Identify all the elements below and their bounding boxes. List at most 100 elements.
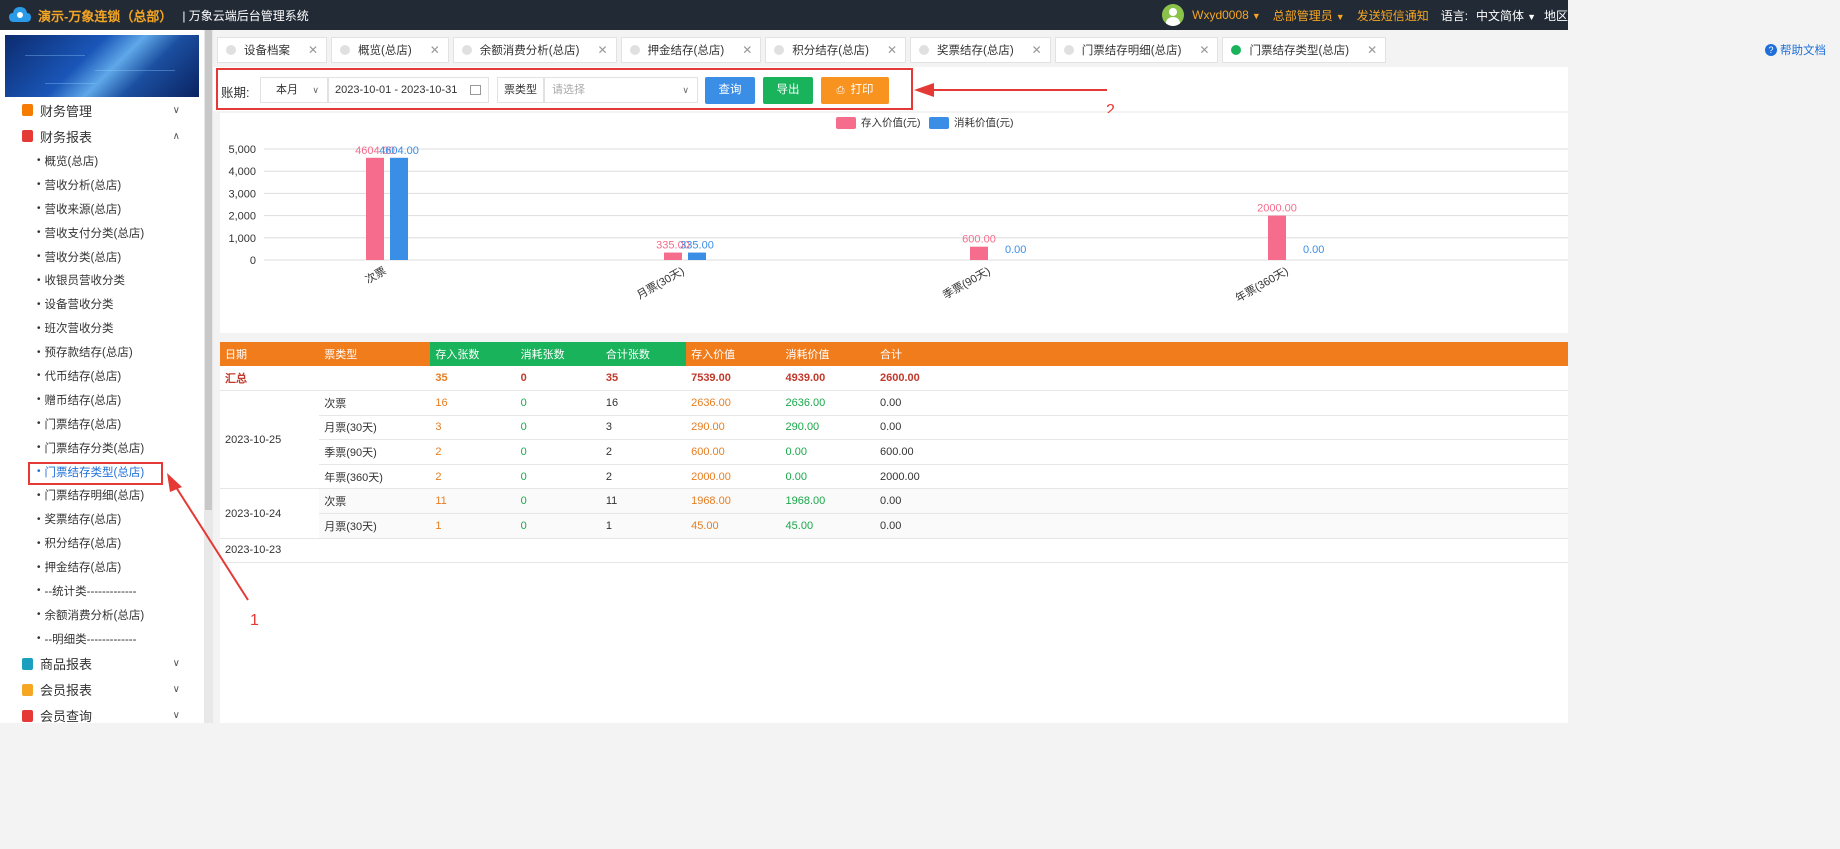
close-icon[interactable]: ✕ bbox=[308, 43, 318, 57]
tab[interactable]: 余额消费分析(总店) ✕ bbox=[452, 37, 617, 63]
tab[interactable]: 门票结存类型(总店) ✕ bbox=[1222, 37, 1387, 63]
annotation-label-1: 1 bbox=[250, 612, 259, 629]
table-cell: 4939.00 bbox=[780, 366, 875, 392]
bar bbox=[688, 252, 706, 260]
y-tick-label: 5,000 bbox=[228, 144, 256, 156]
print-label: 打印 bbox=[850, 84, 874, 96]
calendar-icon bbox=[470, 85, 481, 95]
sidebar-group-会员报表[interactable]: 会员报表 ∨ bbox=[0, 677, 204, 703]
table-cell: 45.00 bbox=[686, 513, 781, 539]
sidebar-item[interactable]: • 设备营收分类 bbox=[0, 292, 204, 316]
tab[interactable]: 概览(总店) ✕ bbox=[331, 37, 449, 63]
sidebar-item-label: 门票结存(总店) bbox=[44, 418, 122, 431]
sidebar-item[interactable]: • 营收分析(总店) bbox=[0, 173, 204, 197]
bar bbox=[366, 157, 384, 260]
language-dropdown[interactable]: 中文简体 ▼ bbox=[1476, 7, 1536, 24]
sidebar-item[interactable]: • --明细类------------- bbox=[0, 627, 204, 651]
y-tick-label: 1,000 bbox=[228, 233, 256, 245]
summary-row: 汇总 35 0 35 7539.00 4939.00 2600.00 bbox=[220, 366, 1568, 392]
table-cell: 2000.00 bbox=[874, 464, 1568, 490]
export-button[interactable]: 导出 bbox=[763, 77, 813, 104]
data-label: 0.00 bbox=[1005, 244, 1026, 256]
sidebar-item[interactable]: • 班次营收分类 bbox=[0, 316, 204, 340]
annotation-arrow-1 bbox=[167, 473, 249, 601]
x-tick-label: 季票(90天) bbox=[940, 264, 992, 302]
column-header[interactable]: 合计 bbox=[874, 342, 1568, 366]
table-cell: 7539.00 bbox=[686, 366, 781, 392]
sidebar-group-会员查询[interactable]: 会员查询 ∨ bbox=[0, 703, 204, 723]
tab-status-dot-icon bbox=[629, 45, 640, 55]
sidebar-item[interactable]: • 门票结存分类(总店) bbox=[0, 436, 204, 460]
column-header[interactable]: 存入张数 bbox=[430, 342, 516, 366]
sidebar-scrollbar[interactable] bbox=[204, 30, 213, 723]
sidebar-item[interactable]: • 代币结存(总店) bbox=[0, 364, 204, 388]
query-button[interactable]: 查询 bbox=[705, 77, 755, 104]
table-cell: 2636.00 bbox=[780, 390, 875, 416]
column-header[interactable]: 日期 bbox=[220, 342, 320, 366]
tab[interactable]: 门票结存明细(总店) ✕ bbox=[1054, 37, 1219, 63]
column-header[interactable]: 存入价值 bbox=[686, 342, 781, 366]
sidebar-item-label: --统计类------------- bbox=[44, 585, 137, 598]
bullet-icon: • bbox=[37, 633, 41, 645]
sidebar-item[interactable]: • 概览(总店) bbox=[0, 149, 204, 173]
tab-status-dot-icon bbox=[1231, 45, 1242, 55]
ticket-type-select[interactable]: 请选择 ∨ bbox=[544, 77, 698, 103]
sidebar-item[interactable]: • 收银员营收分类 bbox=[0, 268, 204, 292]
close-icon[interactable]: ✕ bbox=[1199, 43, 1209, 57]
close-icon[interactable]: ✕ bbox=[1367, 43, 1377, 57]
table-cell: 16 bbox=[600, 390, 687, 416]
bullet-icon: • bbox=[37, 370, 41, 382]
column-header[interactable]: 消耗张数 bbox=[515, 342, 601, 366]
print-button[interactable]: ⎙ 打印 bbox=[821, 77, 889, 104]
x-tick-label: 次票 bbox=[362, 263, 388, 286]
user-avatar[interactable] bbox=[1162, 4, 1185, 26]
bullet-icon: • bbox=[37, 585, 41, 597]
sidebar-item-label: 营收来源(总店) bbox=[44, 203, 122, 216]
tab-status-dot-icon bbox=[774, 45, 785, 55]
role: 总部管理员 bbox=[1272, 8, 1333, 23]
data-label: 2000.00 bbox=[1257, 203, 1297, 215]
close-icon[interactable]: ✕ bbox=[887, 43, 897, 57]
region-dropdown[interactable]: 地区 bbox=[1544, 7, 1568, 24]
help-icon: ? bbox=[1765, 44, 1777, 56]
table-cell: 600.00 bbox=[874, 439, 1568, 465]
username-dropdown[interactable]: Wxyd0008 ▼ bbox=[1192, 8, 1261, 22]
tab[interactable]: 奖票结存(总店) ✕ bbox=[910, 37, 1051, 63]
sidebar-item-label: --明细类------------- bbox=[44, 633, 137, 646]
tab[interactable]: 押金结存(总店) ✕ bbox=[620, 37, 762, 63]
role-dropdown[interactable]: 总部管理员 ▼ bbox=[1273, 7, 1345, 24]
sidebar-item[interactable]: • 营收支付分类(总店) bbox=[0, 221, 204, 245]
column-header[interactable]: 票类型 bbox=[319, 342, 431, 366]
sms-notify-link[interactable]: 发送短信通知 bbox=[1357, 7, 1429, 24]
tab[interactable]: 积分结存(总店) ✕ bbox=[765, 37, 906, 63]
date-range-input[interactable]: 2023-10-01 - 2023-10-31 bbox=[328, 77, 489, 103]
table-cell: 3 bbox=[430, 415, 516, 441]
close-icon[interactable]: ✕ bbox=[742, 43, 752, 57]
help-doc-link[interactable]: ? 帮助文档 bbox=[1765, 42, 1826, 58]
sidebar-group-财务报表[interactable]: 财务报表 ∧ bbox=[0, 123, 204, 149]
table-cell: 45.00 bbox=[780, 513, 875, 539]
period-label: 账期: bbox=[221, 86, 250, 100]
sidebar-group-商品报表[interactable]: 商品报表 ∨ bbox=[0, 651, 204, 677]
table-cell: 0.00 bbox=[874, 415, 1568, 441]
sidebar-group-财务管理[interactable]: 财务管理 ∨ bbox=[0, 97, 204, 123]
close-icon[interactable]: ✕ bbox=[1032, 43, 1042, 57]
close-icon[interactable]: ✕ bbox=[430, 43, 440, 57]
sidebar-item[interactable]: • 营收来源(总店) bbox=[0, 197, 204, 221]
tab[interactable]: 设备档案 ✕ bbox=[217, 37, 328, 63]
table-cell: 11 bbox=[600, 488, 687, 515]
language-value: 中文简体 bbox=[1476, 8, 1525, 23]
scrollbar-thumb[interactable] bbox=[205, 30, 212, 510]
period-select[interactable]: 本月 ∨ bbox=[260, 77, 328, 103]
table-cell: 290.00 bbox=[780, 415, 875, 441]
sidebar-item-label: 余额消费分析(总店) bbox=[44, 609, 145, 622]
column-header[interactable]: 消耗价值 bbox=[780, 342, 875, 366]
sidebar-item[interactable]: • 赠币结存(总店) bbox=[0, 388, 204, 412]
close-icon[interactable]: ✕ bbox=[597, 43, 607, 57]
sidebar-item[interactable]: • 预存款结存(总店) bbox=[0, 340, 204, 364]
sidebar-item-label: 奖票结存(总店) bbox=[44, 514, 122, 527]
sidebar-item[interactable]: • 门票结存(总店) bbox=[0, 412, 204, 436]
sidebar-item[interactable]: • 营收分类(总店) bbox=[0, 245, 204, 269]
column-header[interactable]: 合计张数 bbox=[600, 342, 687, 366]
chevron-down-icon: ∨ bbox=[172, 684, 180, 696]
